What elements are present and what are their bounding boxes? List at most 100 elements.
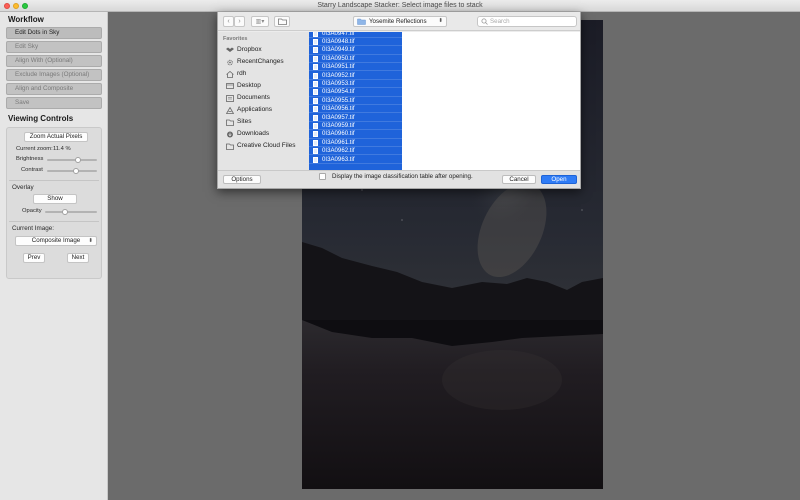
- zoom-actual-pixels-button[interactable]: Zoom Actual Pixels: [24, 132, 88, 142]
- current-zoom-label: Current zoom:: [16, 146, 53, 152]
- favorite-dropbox[interactable]: Dropbox: [226, 45, 262, 55]
- search-placeholder: Search: [490, 18, 510, 25]
- favorite-label: Sites: [237, 118, 252, 125]
- location-label: Yosemite Reflections: [369, 18, 427, 25]
- chevron-right-icon: ›: [238, 18, 241, 25]
- opacity-slider[interactable]: [45, 211, 97, 213]
- favorite-applications[interactable]: Applications: [226, 105, 272, 115]
- dropbox-icon: [226, 47, 234, 52]
- file-row[interactable]: 0I3A0954.tif: [309, 88, 402, 97]
- favorite-desktop[interactable]: Desktop: [226, 81, 261, 91]
- tif-file-icon: [313, 97, 318, 104]
- file-name: 0I3A0959.tif: [322, 121, 355, 129]
- current-zoom-value: 11.4 %: [53, 146, 71, 152]
- back-button[interactable]: ‹: [223, 16, 234, 27]
- file-row[interactable]: 0I3A0956.tif: [309, 105, 402, 114]
- opacity-slider-knob[interactable]: [61, 209, 68, 215]
- workflow-heading: Workflow: [8, 15, 44, 24]
- file-row[interactable]: 0I3A0948.tif: [309, 37, 402, 47]
- favorite-documents[interactable]: Documents: [226, 93, 270, 103]
- favorite-label: Documents: [237, 94, 270, 101]
- file-row[interactable]: 0I3A0949.tif: [309, 46, 402, 55]
- tif-file-icon: [313, 47, 318, 54]
- align-and-composite-button[interactable]: Align and Composite: [6, 83, 102, 95]
- brightness-slider-knob[interactable]: [75, 157, 81, 163]
- title-bar: Starry Landscape Stacker: Select image f…: [0, 0, 800, 12]
- file-list[interactable]: 0I3A0947.tif 0I3A0948.tif 0I3A0949.tif 0I3A…: [309, 32, 580, 170]
- current-image-label: Current Image:: [12, 225, 54, 232]
- next-button[interactable]: Next: [67, 253, 89, 263]
- applications-icon: [226, 107, 234, 114]
- forward-button[interactable]: ›: [234, 16, 245, 27]
- contrast-slider[interactable]: [47, 170, 97, 172]
- show-overlay-button[interactable]: Show: [33, 194, 77, 204]
- search-field[interactable]: Search: [477, 16, 577, 27]
- downloads-icon: [227, 131, 233, 138]
- favorite-label: rdh: [237, 70, 247, 77]
- tif-file-icon: [313, 89, 318, 96]
- favorite-label: Applications: [237, 106, 273, 113]
- file-row[interactable]: 0I3A0951.tif: [309, 63, 402, 72]
- tif-file-icon: [313, 139, 318, 146]
- favorite-label: Creative Cloud Files: [237, 142, 296, 149]
- opacity-label: Opacity: [22, 208, 42, 214]
- brightness-slider[interactable]: [47, 159, 97, 161]
- new-folder-button[interactable]: [274, 16, 290, 27]
- folder-icon: [357, 18, 366, 25]
- chevron-left-icon: ‹: [227, 18, 230, 25]
- file-name: 0I3A0961.tif: [322, 138, 355, 146]
- favorite-rdh[interactable]: rdh: [226, 69, 246, 79]
- favorite-recentchanges[interactable]: RecentChanges: [226, 57, 284, 67]
- favorite-sites[interactable]: Sites: [226, 117, 251, 127]
- columns-view-icon: ▥▾: [255, 19, 265, 25]
- window-title: Starry Landscape Stacker: Select image f…: [317, 2, 483, 9]
- file-name: 0I3A0952.tif: [322, 71, 355, 79]
- open-button[interactable]: Open: [541, 175, 577, 184]
- classification-table-checkbox[interactable]: [319, 173, 326, 180]
- favorite-downloads[interactable]: Downloads: [226, 129, 269, 139]
- folder-icon: [277, 18, 287, 25]
- file-name: 0I3A0955.tif: [322, 96, 355, 104]
- view-mode-button[interactable]: ▥▾: [251, 16, 269, 27]
- viewing-controls-panel: Zoom Actual Pixels Current zoom: 11.4 % …: [6, 127, 102, 279]
- file-row[interactable]: 0I3A0960.tif: [309, 130, 402, 139]
- file-row[interactable]: 0I3A0952.tif: [309, 72, 402, 80]
- file-row[interactable]: 0I3A0953.tif: [309, 79, 402, 89]
- save-button[interactable]: Save: [6, 97, 102, 109]
- classification-table-label: Display the image classification table a…: [332, 173, 473, 180]
- tif-file-icon: [313, 72, 318, 79]
- location-popup[interactable]: Yosemite Reflections ⬍: [353, 16, 447, 27]
- options-button[interactable]: Options: [223, 175, 261, 184]
- file-name: 0I3A0954.tif: [322, 88, 355, 96]
- tif-file-icon: [313, 148, 318, 155]
- contrast-slider-knob[interactable]: [73, 168, 79, 174]
- file-row[interactable]: 0I3A0957.tif: [309, 114, 402, 122]
- file-row[interactable]: 0I3A0955.tif: [309, 96, 402, 106]
- file-row[interactable]: 0I3A0962.tif: [309, 147, 402, 156]
- edit-sky-button[interactable]: Edit Sky: [6, 41, 102, 53]
- file-row[interactable]: 0I3A0959.tif: [309, 121, 402, 131]
- file-row[interactable]: 0I3A0950.tif: [309, 54, 402, 64]
- align-with-button[interactable]: Align With (Optional): [6, 55, 102, 67]
- file-name: 0I3A0953.tif: [322, 79, 355, 87]
- tif-file-icon: [313, 64, 318, 71]
- file-row[interactable]: 0I3A0961.tif: [309, 138, 402, 148]
- favorite-creative-cloud-files[interactable]: Creative Cloud Files: [226, 141, 296, 151]
- file-row[interactable]: 0I3A0963.tif: [309, 156, 402, 164]
- cancel-button[interactable]: Cancel: [502, 175, 536, 184]
- file-name: 0I3A0950.tif: [322, 54, 355, 62]
- tif-file-icon: [313, 80, 318, 87]
- exclude-images-button[interactable]: Exclude Images (Optional): [6, 69, 102, 81]
- tif-file-icon: [313, 106, 318, 113]
- tif-file-icon: [313, 38, 318, 45]
- overlay-heading: Overlay: [12, 184, 34, 191]
- home-icon: [226, 71, 234, 78]
- current-image-select[interactable]: Composite Image ⬍: [15, 236, 97, 246]
- prev-button[interactable]: Prev: [23, 253, 45, 263]
- favorites-heading: Favorites: [223, 36, 248, 42]
- edit-dots-in-sky-button[interactable]: Edit Dots in Sky: [6, 27, 102, 39]
- tif-file-icon: [313, 156, 318, 163]
- file-name: 0I3A0948.tif: [322, 37, 355, 45]
- divider: [9, 221, 99, 222]
- favorites-sidebar: Favorites Dropbox RecentChanges rdh Desk…: [218, 32, 309, 170]
